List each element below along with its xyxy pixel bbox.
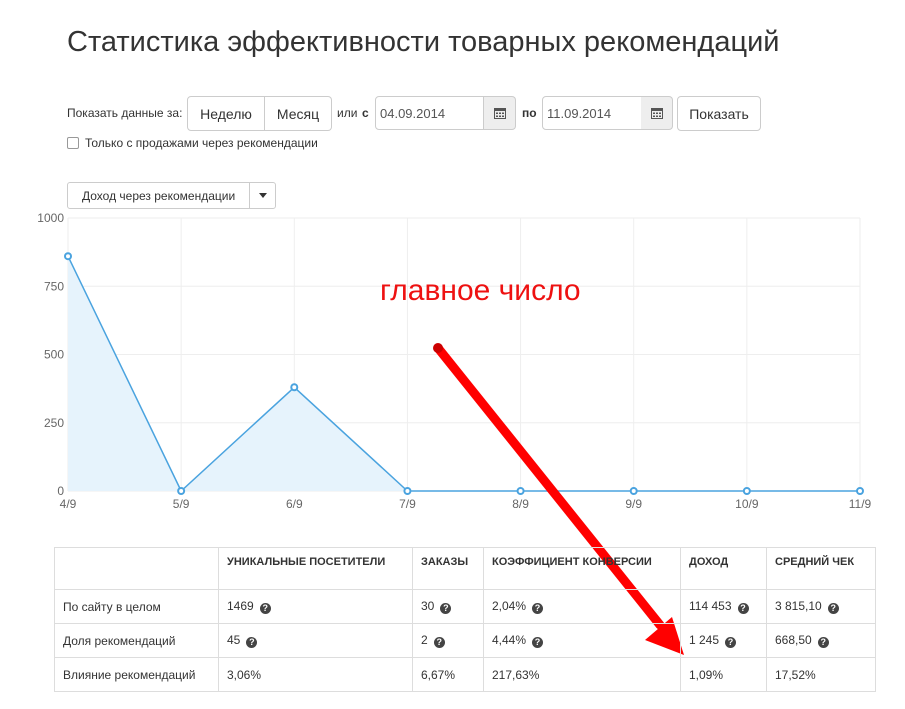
annotation-main-number: главное число [380, 274, 581, 307]
sales-only-checkbox-label: Только с продажами через рекомендации [85, 136, 318, 150]
data-point [856, 487, 864, 495]
date-to-calendar-button[interactable] [641, 96, 673, 130]
x-tick-label: 4/9 [60, 497, 77, 511]
row-label: Доля рекомендаций [54, 623, 219, 658]
cell-value: 1 245 [689, 633, 720, 647]
y-tick-label: 750 [44, 279, 64, 293]
cell-value: 1,09% [680, 657, 767, 692]
x-tick-label: 11/9 [849, 497, 872, 511]
table-header: ДОХОД [680, 547, 767, 590]
page-title: Статистика эффективности товарных рекоме… [67, 26, 780, 58]
show-button[interactable]: Показать [677, 96, 761, 131]
x-tick-label: 10/9 [735, 497, 759, 511]
y-tick-label: 0 [57, 484, 64, 498]
help-icon[interactable]: ? [440, 603, 452, 614]
x-tick-label: 8/9 [512, 497, 529, 511]
y-tick-label: 500 [44, 348, 64, 362]
revenue-chart: 1000 750 500 250 04/9 5/9 6/9 7/9 8/9 9/9 10/9 11/9 [37, 211, 872, 511]
y-tick-label: 1000 [37, 211, 64, 225]
table-row: Доля рекомендаций 45? 2? 4,44%? 1 245? 6… [54, 623, 876, 658]
data-point [177, 487, 186, 495]
cell-value: 1469 [227, 599, 254, 613]
help-icon[interactable]: ? [433, 637, 445, 648]
cell-value: 6,67% [412, 657, 484, 692]
date-to-input[interactable] [542, 96, 642, 130]
to-label: по [522, 106, 537, 120]
help-icon[interactable]: ? [532, 603, 544, 614]
row-label: Влияние рекомендаций [54, 657, 219, 692]
help-icon[interactable]: ? [817, 637, 829, 648]
help-icon[interactable]: ? [532, 637, 544, 648]
x-tick-label: 6/9 [286, 497, 303, 511]
from-label: с [362, 106, 369, 120]
x-tick-label: 7/9 [399, 497, 416, 511]
month-button[interactable]: Месяц [265, 96, 332, 131]
help-icon[interactable]: ? [725, 637, 737, 648]
y-tick-label: 250 [44, 416, 64, 430]
cell-value: 114 453 [689, 599, 732, 613]
cell-value: 3,06% [218, 657, 413, 692]
stats-table: УНИКАЛЬНЫЕ ПОСЕТИТЕЛИ ЗАКАЗЫ КОЭФФИЦИЕНТ… [54, 547, 876, 692]
data-point [403, 487, 412, 495]
show-data-for-label: Показать данные за: [67, 106, 183, 120]
help-icon[interactable]: ? [737, 603, 749, 614]
help-icon[interactable]: ? [827, 603, 839, 614]
cell-value: 2,04% [492, 599, 527, 613]
cell-value: 17,52% [766, 657, 876, 692]
table-row: По сайту в целом 1469? 30? 2,04%? 114 45… [54, 589, 876, 624]
row-label: По сайту в целом [54, 589, 219, 624]
data-point [742, 487, 751, 495]
calendar-icon [650, 108, 663, 119]
table-header: КОЭФФИЦИЕНТ КОНВЕРСИИ [483, 547, 681, 590]
calendar-icon [493, 108, 506, 119]
cell-value: 45 [227, 633, 241, 647]
sales-only-checkbox[interactable] [67, 137, 79, 149]
data-point [516, 487, 525, 495]
table-header: УНИКАЛЬНЫЕ ПОСЕТИТЕЛИ [218, 547, 413, 590]
cell-value: 3 815,10 [775, 599, 822, 613]
cell-value: 2 [421, 633, 428, 647]
cell-value: 217,63% [483, 657, 681, 692]
date-from-calendar-button[interactable] [484, 96, 516, 130]
table-row: Влияние рекомендаций 3,06% 6,67% 217,63%… [54, 657, 876, 692]
x-tick-label: 5/9 [173, 497, 190, 511]
table-header-row: УНИКАЛЬНЫЕ ПОСЕТИТЕЛИ ЗАКАЗЫ КОЭФФИЦИЕНТ… [54, 547, 876, 590]
cell-value: 30 [421, 599, 435, 613]
help-icon[interactable]: ? [259, 603, 271, 614]
data-point [290, 383, 299, 392]
table-header: ЗАКАЗЫ [412, 547, 484, 590]
week-button[interactable]: Неделю [187, 96, 265, 131]
data-point [64, 252, 72, 261]
cell-value: 4,44% [492, 633, 527, 647]
table-header [54, 547, 219, 590]
x-tick-label: 9/9 [625, 497, 642, 511]
table-header: СРЕДНИЙ ЧЕК [766, 547, 876, 590]
sales-only-checkbox-row[interactable]: Только с продажами через рекомендации [67, 136, 318, 150]
help-icon[interactable]: ? [246, 637, 258, 648]
date-from-input[interactable] [375, 96, 484, 130]
or-label: или [337, 106, 358, 120]
cell-value: 668,50 [775, 633, 812, 647]
data-point [629, 487, 638, 495]
